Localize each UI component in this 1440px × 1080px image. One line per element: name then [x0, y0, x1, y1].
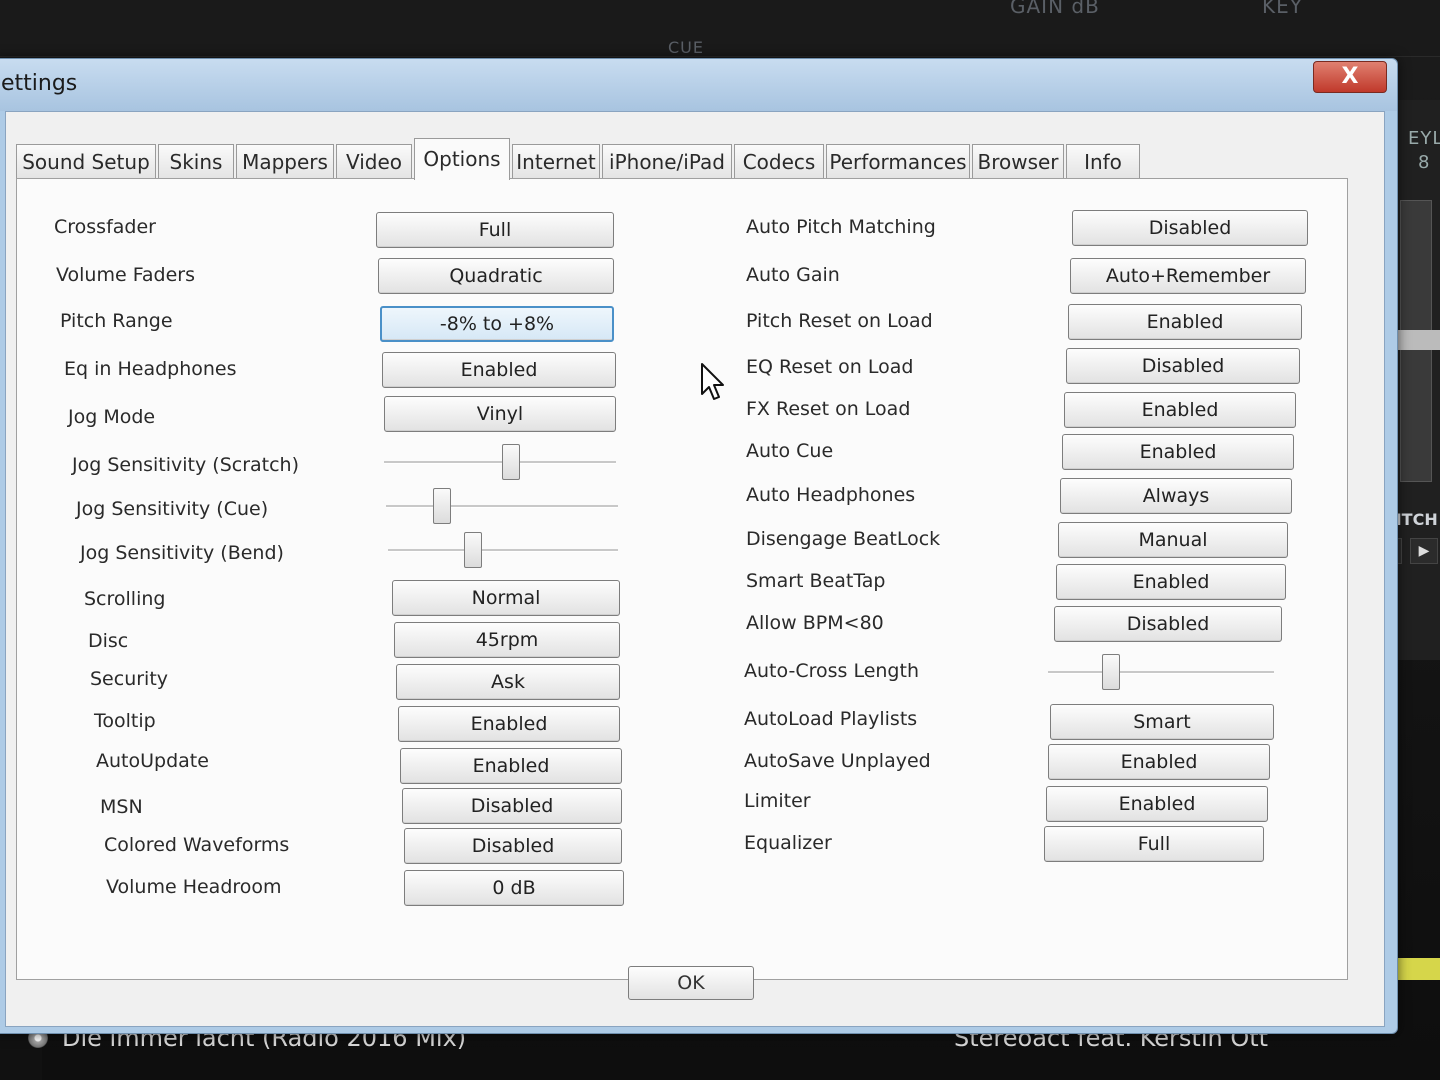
title-bar[interactable]: ettings X: [0, 59, 1397, 111]
crossfader-label: Crossfader: [54, 216, 156, 238]
tab-sound-setup[interactable]: Sound Setup: [16, 144, 156, 178]
slider-thumb[interactable]: [1102, 654, 1120, 690]
disc-button[interactable]: 45rpm: [394, 622, 620, 658]
volume-faders-label: Volume Faders: [56, 264, 195, 286]
disc-label: Disc: [88, 630, 129, 652]
tab-performances[interactable]: Performances: [826, 144, 970, 178]
pitch-range-button[interactable]: -8% to +8%: [380, 306, 614, 342]
fx-reset-on-load-label: FX Reset on Load: [746, 398, 911, 420]
pitch-reset-on-load-button[interactable]: Enabled: [1068, 304, 1302, 340]
tab-codecs[interactable]: Codecs: [734, 144, 824, 178]
auto-headphones-label: Auto Headphones: [746, 484, 916, 506]
jog-sensitivity-scratch-label: Jog Sensitivity (Scratch): [72, 454, 300, 476]
pitch-range-label: Pitch Range: [60, 310, 173, 332]
autoupdate-button[interactable]: Enabled: [400, 748, 622, 784]
jog-sensitivity-scratch-slider[interactable]: [384, 442, 616, 482]
msn-label: MSN: [100, 796, 143, 818]
tab-video[interactable]: Video: [336, 144, 412, 178]
allow-bpm-label: Allow BPM<80: [746, 612, 884, 634]
gain-label: GAIN dB: [1010, 0, 1100, 18]
autoload-playlists-button[interactable]: Smart: [1050, 704, 1274, 740]
limiter-label: Limiter: [744, 790, 811, 812]
volume-headroom-label: Volume Headroom: [106, 876, 282, 898]
limiter-button[interactable]: Enabled: [1046, 786, 1268, 822]
jog-sensitivity-bend-slider[interactable]: [388, 530, 618, 570]
auto-pitch-matching-button[interactable]: Disabled: [1072, 210, 1308, 246]
jog-sensitivity-cue-label: Jog Sensitivity (Cue): [76, 498, 269, 520]
colored-waveforms-button[interactable]: Disabled: [404, 828, 622, 864]
volume-faders-button[interactable]: Quadratic: [378, 258, 614, 294]
slider-track: [1048, 671, 1274, 674]
disengage-beatlock-button[interactable]: Manual: [1058, 522, 1288, 558]
autoload-playlists-label: AutoLoad Playlists: [744, 708, 918, 730]
window-title: ettings: [1, 71, 78, 96]
mouse-cursor-icon: [701, 363, 724, 400]
auto-cue-label: Auto Cue: [746, 440, 834, 462]
pitch-right-arrow-icon[interactable]: ▶: [1410, 538, 1438, 564]
jog-sensitivity-bend-label: Jog Sensitivity (Bend): [80, 542, 284, 564]
auto-gain-label: Auto Gain: [746, 264, 840, 286]
equalizer-label: Equalizer: [744, 832, 832, 854]
tab-internet[interactable]: Internet: [512, 144, 600, 178]
msn-button[interactable]: Disabled: [402, 788, 622, 824]
slider-track: [388, 549, 618, 552]
tab-options[interactable]: Options: [414, 138, 510, 180]
eq-in-headphones-button[interactable]: Enabled: [382, 352, 616, 388]
scrolling-label: Scrolling: [84, 588, 166, 610]
pitch-reset-on-load-label: Pitch Reset on Load: [746, 310, 933, 332]
tab-skins[interactable]: Skins: [158, 144, 234, 178]
tab-browser[interactable]: Browser: [972, 144, 1064, 178]
tooltip-label: Tooltip: [94, 710, 156, 732]
crossfader-button[interactable]: Full: [376, 212, 614, 248]
deck-label-fragment: EYL: [1408, 128, 1440, 149]
auto-headphones-button[interactable]: Always: [1060, 478, 1292, 514]
scrolling-button[interactable]: Normal: [392, 580, 620, 616]
security-label: Security: [90, 668, 169, 690]
tooltip-button[interactable]: Enabled: [398, 706, 620, 742]
allow-bpm-button[interactable]: Disabled: [1054, 606, 1282, 642]
security-button[interactable]: Ask: [396, 664, 620, 700]
tab-info[interactable]: Info: [1066, 144, 1140, 178]
tab-iphone-ipad[interactable]: iPhone/iPad: [602, 144, 732, 178]
equalizer-button[interactable]: Full: [1044, 826, 1264, 862]
auto-cue-button[interactable]: Enabled: [1062, 434, 1294, 470]
autosave-unplayed-label: AutoSave Unplayed: [744, 750, 931, 772]
autoupdate-label: AutoUpdate: [96, 750, 209, 772]
auto-cross-length-label: Auto-Cross Length: [744, 660, 919, 682]
cue-label: CUE: [668, 38, 704, 57]
pitch-fader-knob[interactable]: [1394, 330, 1440, 350]
jog-sensitivity-cue-slider[interactable]: [386, 486, 618, 526]
auto-pitch-matching-label: Auto Pitch Matching: [746, 216, 936, 238]
close-icon[interactable]: X: [1313, 61, 1387, 93]
slider-track: [386, 505, 618, 508]
tab-mappers[interactable]: Mappers: [236, 144, 334, 178]
volume-headroom-button[interactable]: 0 dB: [404, 870, 624, 906]
eq-reset-on-load-button[interactable]: Disabled: [1066, 348, 1300, 384]
key-label: KEY: [1262, 0, 1303, 18]
auto-cross-length-slider[interactable]: [1048, 652, 1274, 692]
jog-mode-button[interactable]: Vinyl: [384, 396, 616, 432]
ok-button[interactable]: OK: [628, 966, 754, 1000]
fx-reset-on-load-button[interactable]: Enabled: [1064, 392, 1296, 428]
smart-beattap-button[interactable]: Enabled: [1056, 564, 1286, 600]
auto-gain-button[interactable]: Auto+Remember: [1070, 258, 1306, 294]
eq-in-headphones-label: Eq in Headphones: [64, 358, 237, 380]
eq-reset-on-load-label: EQ Reset on Load: [746, 356, 914, 378]
app-top-panel: [0, 0, 1440, 57]
slider-thumb[interactable]: [502, 444, 520, 480]
disengage-beatlock-label: Disengage BeatLock: [746, 528, 941, 550]
slider-thumb[interactable]: [433, 488, 451, 524]
colored-waveforms-label: Colored Waveforms: [104, 834, 290, 856]
slider-thumb[interactable]: [464, 532, 482, 568]
autosave-unplayed-button[interactable]: Enabled: [1048, 744, 1270, 780]
slider-track: [384, 461, 616, 464]
jog-mode-label: Jog Mode: [68, 406, 156, 428]
deck-value-fragment: 8: [1418, 152, 1431, 173]
smart-beattap-label: Smart BeatTap: [746, 570, 886, 592]
